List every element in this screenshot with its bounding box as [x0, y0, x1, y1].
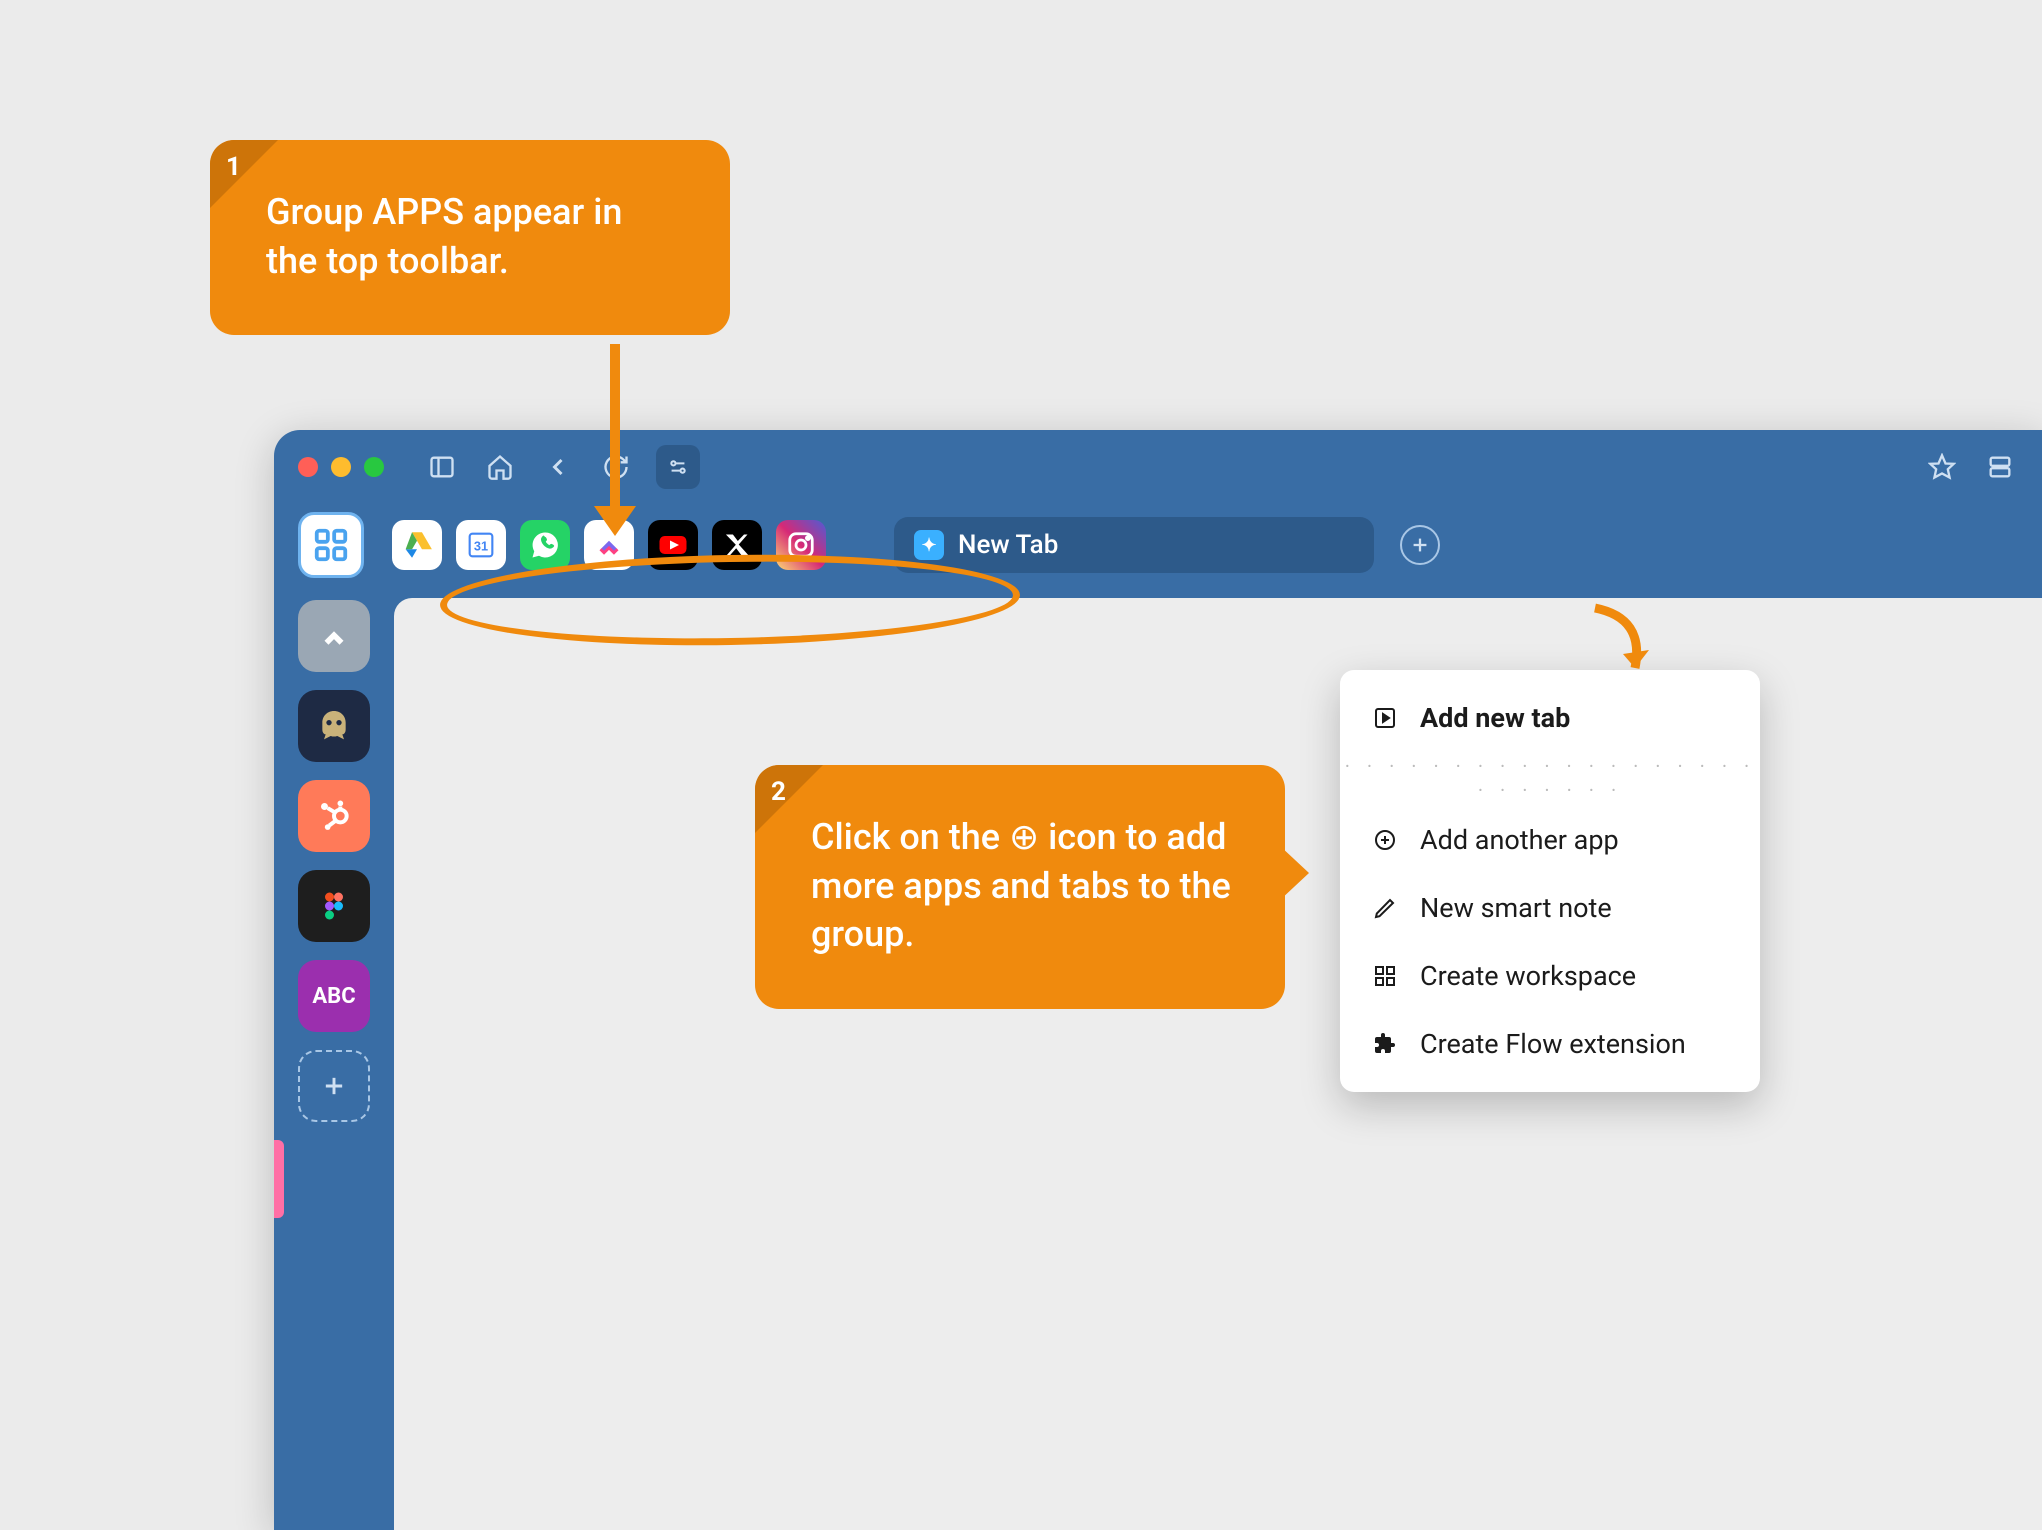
arrow-down-icon: [610, 344, 620, 512]
bookmark-edge-icon[interactable]: [274, 1140, 284, 1218]
apps-grid-button[interactable]: [298, 512, 364, 578]
app-icon-instagram[interactable]: [776, 520, 826, 570]
dropdown-item-label: Add another app: [1420, 824, 1619, 856]
sidebar-item-hootsuite[interactable]: [298, 690, 370, 762]
plus-circle-icon: [1370, 825, 1400, 855]
home-icon[interactable]: [482, 449, 518, 485]
app-icon-x-twitter[interactable]: [712, 520, 762, 570]
star-icon[interactable]: [1924, 449, 1960, 485]
window-maximize-button[interactable]: [364, 457, 384, 477]
back-icon[interactable]: [540, 449, 576, 485]
tutorial-callout-1: 1 Group APPS appear in the top toolbar.: [210, 140, 730, 335]
callout-number: 2: [771, 775, 786, 810]
sidebar-item-label: ABC: [312, 984, 355, 1009]
dropdown-item-label: New smart note: [1420, 892, 1612, 924]
sidebar-item-hubspot[interactable]: [298, 780, 370, 852]
window-controls: [298, 457, 384, 477]
window-minimize-button[interactable]: [331, 457, 351, 477]
callout-text: Group APPS appear in the top toolbar.: [266, 188, 680, 285]
puzzle-icon: [1370, 1029, 1400, 1059]
tutorial-callout-2: 2 Click on the ⊕ icon to add more apps a…: [755, 765, 1285, 1009]
dropdown-item-label: Create Flow extension: [1420, 1028, 1686, 1060]
dropdown-item-add-new-tab[interactable]: Add new tab: [1340, 684, 1760, 752]
sidebar-item-figma[interactable]: [298, 870, 370, 942]
dropdown-item-label: Add new tab: [1420, 702, 1570, 734]
dropdown-item-create-flow-extension[interactable]: Create Flow extension: [1340, 1010, 1760, 1078]
play-box-icon: [1370, 703, 1400, 733]
tab-new-tab[interactable]: ✦ New Tab: [894, 517, 1374, 573]
dropdown-item-add-another-app[interactable]: Add another app: [1340, 806, 1760, 874]
tab-favicon-icon: ✦: [914, 530, 944, 560]
sidebar-add-button[interactable]: [298, 1050, 370, 1122]
window-close-button[interactable]: [298, 457, 318, 477]
add-tab-button[interactable]: [1400, 525, 1440, 565]
sidebar-item-clickup[interactable]: [298, 600, 370, 672]
app-icon-google-drive[interactable]: [392, 520, 442, 570]
pencil-icon: [1370, 893, 1400, 923]
sidebar-item-abc[interactable]: ABC: [298, 960, 370, 1032]
settings-toggle-icon[interactable]: [656, 445, 700, 489]
add-tab-dropdown: Add new tab · · · · · · · · · · · · · · …: [1340, 670, 1760, 1092]
arrow-curve-icon: [1575, 598, 1675, 698]
svg-text:31: 31: [474, 539, 488, 554]
toolbar-row: 31 ✦ New Tab: [274, 504, 2042, 592]
app-icon-youtube[interactable]: [648, 520, 698, 570]
grid-icon: [1370, 961, 1400, 991]
layout-icon[interactable]: [1982, 449, 2018, 485]
sidebar-toggle-icon[interactable]: [424, 449, 460, 485]
dropdown-separator: · · · · · · · · · · · · · · · · · · · · …: [1340, 752, 1760, 806]
sidebar: ABC: [290, 600, 378, 1514]
content-area: [394, 598, 2042, 1530]
dropdown-item-label: Create workspace: [1420, 960, 1636, 992]
tab-label: New Tab: [958, 530, 1058, 560]
app-icon-whatsapp[interactable]: [520, 520, 570, 570]
dropdown-item-create-workspace[interactable]: Create workspace: [1340, 942, 1760, 1010]
app-icon-google-calendar[interactable]: 31: [456, 520, 506, 570]
titlebar: [274, 430, 2042, 504]
callout-number: 1: [226, 150, 241, 185]
dropdown-item-new-smart-note[interactable]: New smart note: [1340, 874, 1760, 942]
callout-text: Click on the ⊕ icon to add more apps and…: [811, 813, 1235, 959]
